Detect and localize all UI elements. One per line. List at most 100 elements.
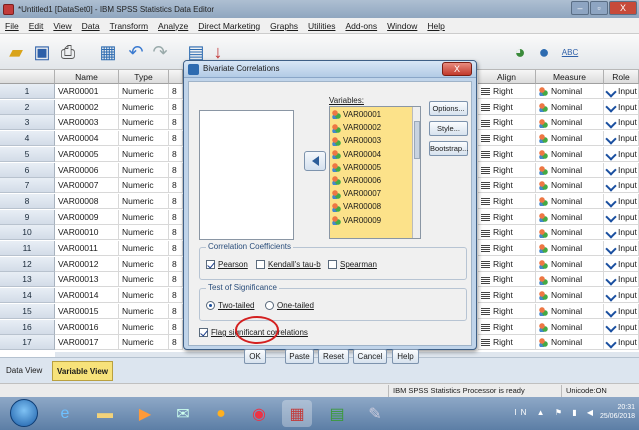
cell-name[interactable]: VAR00013 [55,272,119,288]
window-close-button[interactable]: X [609,1,637,15]
menu-transform[interactable]: Transform [105,21,153,31]
dialog-recall-icon[interactable]: ▦ [96,40,120,64]
cell-width[interactable]: 8 [169,99,183,115]
pearson-option[interactable]: Pearson [206,260,248,270]
variables-scrollbar[interactable] [412,107,420,238]
help-button[interactable]: Help [392,349,419,364]
two-tailed-option[interactable]: Two-tailed [206,301,254,311]
selected-variables-list[interactable]: VAR00001 VAR00002 VAR00003 VAR00004 VAR00005… [329,106,421,239]
cell-align[interactable]: Right [478,225,536,241]
cell-role[interactable]: Input [604,115,639,131]
cell-type[interactable]: Numeric [119,303,169,319]
cell-width[interactable]: 8 [169,115,183,131]
row-number[interactable]: 4 [0,131,55,147]
cell-align[interactable]: Right [478,115,536,131]
one-tailed-radio[interactable] [265,301,274,311]
cell-width[interactable]: 8 [169,209,183,225]
cell-type[interactable]: Numeric [119,288,169,304]
variable-list-item[interactable]: VAR00005 [332,162,381,173]
tab-variable-view[interactable]: Variable View [52,361,113,381]
cell-align[interactable]: Right [478,162,536,178]
col-header-type[interactable]: Type [119,70,169,84]
cell-role[interactable]: Input [604,225,639,241]
col-header-role[interactable]: Role [604,70,639,84]
redo-icon[interactable]: ↷ [148,40,172,64]
cell-measure[interactable]: Nominal [536,272,604,288]
cell-align[interactable]: Right [478,146,536,162]
cell-name[interactable]: VAR00004 [55,131,119,147]
app-icon-orange[interactable]: ● [206,400,236,427]
use-sets-icon[interactable]: ● [532,40,556,64]
col-header-name[interactable]: Name [55,70,119,84]
mail-icon[interactable]: ✉ [168,400,198,427]
row-number[interactable]: 12 [0,256,55,272]
cell-width[interactable]: 8 [169,178,183,194]
cell-name[interactable]: VAR00010 [55,225,119,241]
cell-align[interactable]: Right [478,193,536,209]
menu-view[interactable]: View [48,21,76,31]
one-tailed-option[interactable]: One-tailed [265,301,314,311]
cell-type[interactable]: Numeric [119,146,169,162]
cell-type[interactable]: Numeric [119,272,169,288]
menu-edit[interactable]: Edit [24,21,49,31]
col-header-align[interactable]: Align [478,70,536,84]
cell-width[interactable]: 8 [169,225,183,241]
menu-help[interactable]: Help [422,21,449,31]
cell-measure[interactable]: Nominal [536,193,604,209]
cancel-button[interactable]: Cancel [353,349,387,364]
excel-icon[interactable]: ▤ [322,400,352,427]
cell-align[interactable]: Right [478,272,536,288]
style-button[interactable]: Style... [429,121,468,136]
cell-measure[interactable]: Nominal [536,99,604,115]
cell-measure[interactable]: Nominal [536,256,604,272]
chrome-icon[interactable]: ◉ [244,400,274,427]
cell-role[interactable]: Input [604,335,639,351]
value-labels-icon[interactable]: ◕ [508,40,532,64]
menu-file[interactable]: File [0,21,24,31]
variable-list-item[interactable]: VAR00008 [332,201,381,212]
explorer-icon[interactable]: ▬ [90,400,120,427]
cell-width[interactable]: 8 [169,162,183,178]
row-number[interactable]: 13 [0,272,55,288]
tab-data-view[interactable]: Data View [2,361,46,381]
row-number[interactable]: 9 [0,209,55,225]
cell-align[interactable]: Right [478,209,536,225]
cell-align[interactable]: Right [478,131,536,147]
cell-align[interactable]: Right [478,335,536,351]
cell-name[interactable]: VAR00005 [55,146,119,162]
menu-data[interactable]: Data [77,21,105,31]
cell-width[interactable]: 8 [169,131,183,147]
undo-icon[interactable]: ↶ [124,40,148,64]
cell-measure[interactable]: Nominal [536,288,604,304]
cell-width[interactable]: 8 [169,146,183,162]
variable-list-item[interactable]: VAR00009 [332,215,381,226]
cell-role[interactable]: Input [604,131,639,147]
source-variable-list[interactable] [199,110,294,240]
cell-type[interactable]: Numeric [119,209,169,225]
cell-type[interactable]: Numeric [119,241,169,256]
spell-check-icon[interactable]: ABC [558,40,582,64]
cell-role[interactable]: Input [604,272,639,288]
cell-name[interactable]: VAR00007 [55,178,119,194]
menu-graphs[interactable]: Graphs [265,21,303,31]
cell-type[interactable]: Numeric [119,256,169,272]
start-button[interactable] [10,399,38,427]
menu-utilities[interactable]: Utilities [303,21,340,31]
cell-name[interactable]: VAR00011 [55,241,119,256]
cell-width[interactable]: 8 [169,272,183,288]
row-number[interactable]: 2 [0,99,55,115]
row-number[interactable]: 7 [0,178,55,194]
cell-type[interactable]: Numeric [119,193,169,209]
reset-button[interactable]: Reset [318,349,349,364]
cell-align[interactable]: Right [478,256,536,272]
cell-align[interactable]: Right [478,319,536,335]
media-player-icon[interactable]: ▶ [130,400,160,427]
open-icon[interactable]: ▰ [4,40,28,64]
cell-name[interactable]: VAR00002 [55,99,119,115]
cell-name[interactable]: VAR00012 [55,256,119,272]
variable-list-item[interactable]: VAR00007 [332,188,381,199]
cell-width[interactable]: 8 [169,256,183,272]
cell-measure[interactable]: Nominal [536,241,604,256]
maximize-button[interactable]: ▫ [590,1,608,15]
cell-role[interactable]: Input [604,288,639,304]
